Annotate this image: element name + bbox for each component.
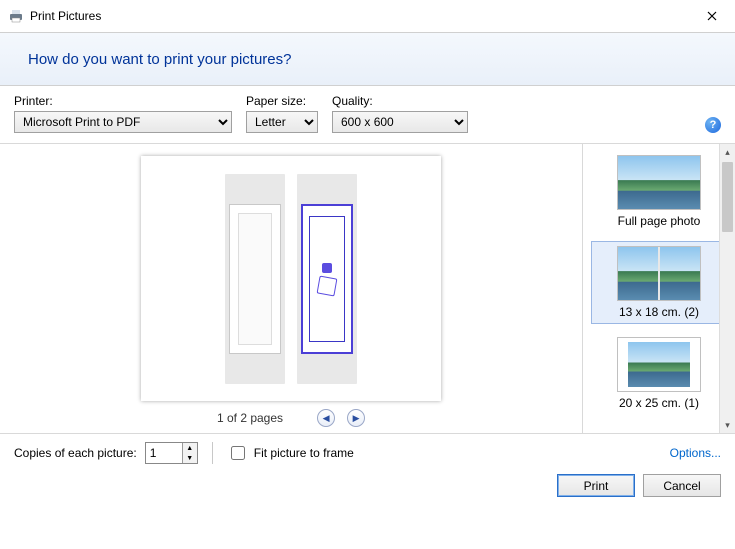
preview-slot	[225, 174, 285, 384]
next-page-button[interactable]: ▶	[347, 409, 365, 427]
preview-pane: 1 of 2 pages ◀ ▶	[0, 144, 582, 433]
layout-label: 13 x 18 cm. (2)	[594, 305, 724, 319]
close-icon	[707, 11, 717, 21]
layout-13x18[interactable]: 13 x 18 cm. (2)	[591, 241, 727, 324]
quality-select[interactable]: 600 x 600	[332, 111, 468, 133]
layout-thumb	[617, 246, 701, 301]
chevron-right-icon: ▶	[353, 413, 360, 424]
paper-size-group: Paper size: Letter	[246, 94, 318, 133]
chevron-down-icon: ▼	[186, 455, 193, 462]
chevron-left-icon: ◀	[323, 413, 330, 424]
prev-page-button[interactable]: ◀	[317, 409, 335, 427]
printer-select[interactable]: Microsoft Print to PDF	[14, 111, 232, 133]
header-band: How do you want to print your pictures?	[0, 32, 735, 86]
layout-label: Full page photo	[594, 214, 724, 228]
divider	[212, 442, 213, 464]
help-button[interactable]: ?	[705, 117, 721, 133]
layout-20x25[interactable]: 20 x 25 cm. (1)	[591, 332, 727, 415]
footer-row-options: Copies of each picture: ▲ ▼ Fit picture …	[14, 442, 721, 464]
pager-text: 1 of 2 pages	[217, 411, 283, 425]
cancel-button[interactable]: Cancel	[643, 474, 721, 497]
printer-label: Printer:	[14, 94, 232, 108]
copies-input[interactable]	[146, 443, 182, 463]
layout-thumb	[617, 155, 701, 210]
footer: Copies of each picture: ▲ ▼ Fit picture …	[0, 433, 735, 505]
layout-label: 20 x 25 cm. (1)	[594, 396, 724, 410]
scroll-up-icon: ▴	[720, 144, 735, 160]
preview-image-2	[301, 204, 353, 354]
spinner-up-button[interactable]: ▲	[183, 443, 197, 453]
scroll-down-icon: ▾	[720, 417, 735, 433]
fit-frame-checkbox[interactable]	[231, 446, 245, 460]
footer-row-buttons: Print Cancel	[14, 474, 721, 497]
options-link[interactable]: Options...	[670, 446, 721, 460]
scroll-thumb[interactable]	[722, 162, 733, 232]
preview-image-1	[229, 204, 281, 354]
quality-label: Quality:	[332, 94, 468, 108]
copies-label: Copies of each picture:	[14, 446, 137, 460]
main-area: 1 of 2 pages ◀ ▶ Full page photo 13 x 18…	[0, 143, 735, 433]
window-title: Print Pictures	[30, 9, 101, 23]
spinner-down-button[interactable]: ▼	[183, 453, 197, 463]
quality-group: Quality: 600 x 600	[332, 94, 468, 133]
fit-frame-checkbox-wrap[interactable]: Fit picture to frame	[227, 443, 354, 463]
layouts-scrollbar[interactable]: ▴ ▾	[719, 144, 735, 433]
title-bar: Print Pictures	[0, 0, 735, 32]
preview-slot	[297, 174, 357, 384]
page-heading: How do you want to print your pictures?	[28, 51, 291, 68]
printer-group: Printer: Microsoft Print to PDF	[14, 94, 232, 133]
layouts-pane: Full page photo 13 x 18 cm. (2) 20 x 25 …	[582, 144, 735, 433]
close-button[interactable]	[697, 4, 727, 28]
chevron-up-icon: ▲	[186, 445, 193, 452]
copies-spinner[interactable]: ▲ ▼	[145, 442, 198, 464]
print-button[interactable]: Print	[557, 474, 635, 497]
layout-thumb	[617, 337, 701, 392]
controls-row: Printer: Microsoft Print to PDF Paper si…	[0, 86, 735, 143]
layout-full-page[interactable]: Full page photo	[591, 150, 727, 233]
paper-size-select[interactable]: Letter	[246, 111, 318, 133]
help-icon: ?	[710, 119, 717, 131]
printer-icon	[8, 8, 24, 24]
pager: 1 of 2 pages ◀ ▶	[217, 409, 365, 427]
fit-frame-label: Fit picture to frame	[254, 446, 354, 460]
paper-size-label: Paper size:	[246, 94, 318, 108]
preview-page	[141, 156, 441, 401]
